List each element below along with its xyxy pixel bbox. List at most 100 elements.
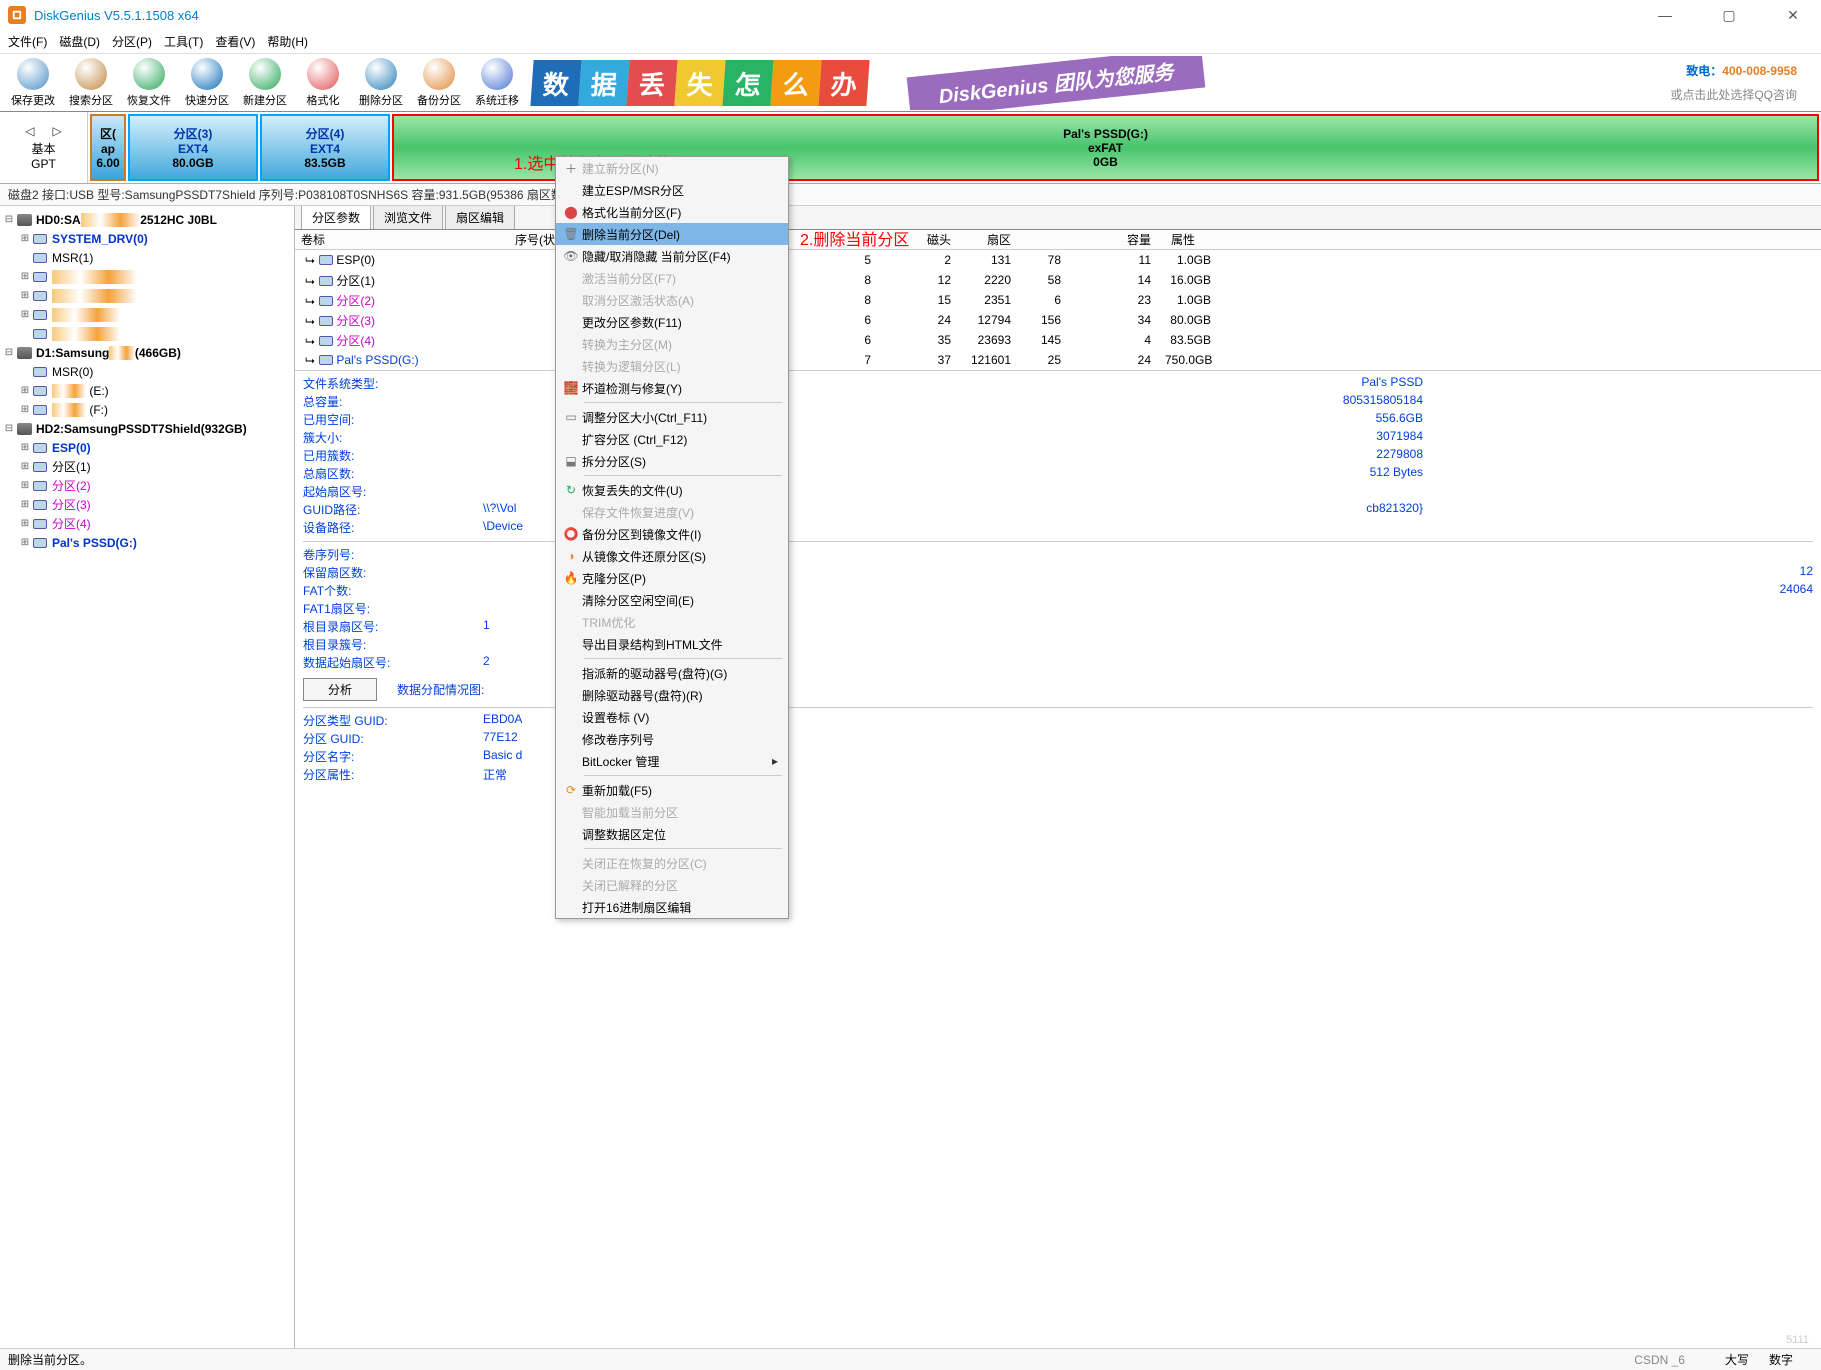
menu-partition[interactable]: 分区(P) <box>112 33 152 50</box>
tree-row[interactable]: ⊞████ (E:) <box>2 381 292 400</box>
toolbar-8[interactable]: 系统迁移 <box>468 56 526 110</box>
tree-row[interactable]: ⊟HD2:SamsungPSSDT7Shield(932GB) <box>2 419 292 438</box>
drive-icon <box>32 517 48 531</box>
toolbar-7[interactable]: 备份分区 <box>410 56 468 110</box>
status-caps: 大写 <box>1725 1351 1749 1368</box>
banner-block: 么 <box>770 60 821 106</box>
ctx-item[interactable]: ⬓拆分分区(S) <box>556 450 788 472</box>
menu-help[interactable]: 帮助(H) <box>267 33 308 50</box>
ctx-item[interactable]: 调整数据区定位 <box>556 823 788 845</box>
tree-twist-icon[interactable]: ⊞ <box>18 480 32 491</box>
ctx-item[interactable]: ⬤格式化当前分区(F) <box>556 201 788 223</box>
partition-block-4[interactable]: 分区(4)EXT483.5GB <box>260 114 390 181</box>
tree-row[interactable]: ⊞ESP(0) <box>2 438 292 457</box>
ctx-item[interactable]: 修改卷序列号 <box>556 728 788 750</box>
maximize-button[interactable]: ▢ <box>1709 7 1749 24</box>
tree-twist-icon[interactable]: ⊟ <box>2 214 16 225</box>
ctx-item[interactable]: ⭕备份分区到镜像文件(I) <box>556 523 788 545</box>
analyze-label: 数据分配情况图: <box>397 681 484 698</box>
tree-twist-icon[interactable]: ⊞ <box>18 537 32 548</box>
tree-twist-icon[interactable]: ⊞ <box>18 499 32 510</box>
toolbar-2[interactable]: 恢复文件 <box>120 56 178 110</box>
partition-block-0[interactable]: 区(ap6.00 <box>90 114 126 181</box>
ctx-item[interactable]: ⟳重新加载(F5) <box>556 779 788 801</box>
banner-block: 失 <box>674 60 725 106</box>
ctx-item[interactable]: ◑从镜像文件还原分区(S) <box>556 545 788 567</box>
toolbar-1[interactable]: 搜索分区 <box>62 56 120 110</box>
volume-row[interactable]: ⮡ 分区(4)463523693145483.5GB <box>295 330 1821 350</box>
close-button[interactable]: ✕ <box>1773 7 1813 24</box>
ctx-item[interactable]: 导出目录结构到HTML文件 <box>556 633 788 655</box>
tree-row[interactable]: ⊟HD0:SA███████2512HC J0BL <box>2 210 292 229</box>
ctx-item[interactable]: 扩容分区 (Ctrl_F12) <box>556 428 788 450</box>
volume-row[interactable]: ⮡ ESP(0)05213178111.0GB <box>295 250 1821 270</box>
ctx-item[interactable]: 🔥克隆分区(P) <box>556 567 788 589</box>
menu-disk[interactable]: 磁盘(D) <box>59 33 100 50</box>
menu-tools[interactable]: 工具(T) <box>164 33 203 50</box>
ctx-item[interactable]: 更改分区参数(F11) <box>556 311 788 333</box>
next-disk-icon[interactable]: ▷ <box>53 124 62 138</box>
toolbar-3[interactable]: 快速分区 <box>178 56 236 110</box>
tree-row[interactable]: ⊞分区(3) <box>2 495 292 514</box>
ctx-item[interactable]: 设置卷标 (V) <box>556 706 788 728</box>
ctx-item[interactable]: 🧱坏道检测与修复(Y) <box>556 377 788 399</box>
tree-row[interactable]: MSR(0) <box>2 362 292 381</box>
partition-block-3[interactable]: 分区(3)EXT480.0GB <box>128 114 258 181</box>
tree-twist-icon[interactable]: ⊞ <box>18 309 32 320</box>
tree-twist-icon[interactable]: ⊞ <box>18 290 32 301</box>
promo-banner[interactable]: 数据丢失怎么办 DiskGenius 团队为您服务 致电：400-008-995… <box>526 56 1817 110</box>
ctx-item[interactable]: 删除驱动器号(盘符)(R) <box>556 684 788 706</box>
banner-block: 怎 <box>722 60 773 106</box>
volume-row[interactable]: ⮡ 分区(1)18122220581416.0GB <box>295 270 1821 290</box>
ctx-item[interactable]: ▭调整分区大小(Ctrl_F11) <box>556 406 788 428</box>
volume-row[interactable]: ⮡ Pal's PSSD(G:)57371216012524750.0GB <box>295 350 1821 370</box>
banner-qq[interactable]: 或点击此处选择QQ咨询 <box>1670 86 1797 103</box>
tree-twist-icon[interactable]: ⊞ <box>18 442 32 453</box>
menu-file[interactable]: 文件(F) <box>8 33 47 50</box>
tree-row[interactable]: ⊟D1:Samsung███(466GB) <box>2 343 292 362</box>
banner-phone: 致电：400-008-9958 <box>1686 62 1797 79</box>
ctx-item[interactable]: 👁隐藏/取消隐藏 当前分区(F4) <box>556 245 788 267</box>
tree-twist-icon[interactable]: ⊞ <box>18 233 32 244</box>
toolbar-5[interactable]: 格式化 <box>294 56 352 110</box>
tree-row[interactable]: MSR(1) <box>2 248 292 267</box>
ctx-item[interactable]: 清除分区空闲空间(E) <box>556 589 788 611</box>
tree-twist-icon[interactable]: ⊟ <box>2 423 16 434</box>
tab-params[interactable]: 分区参数 <box>301 206 371 229</box>
tab-sector[interactable]: 扇区编辑 <box>445 206 515 229</box>
volume-row[interactable]: ⮡ 分区(2)281523516231.0GB <box>295 290 1821 310</box>
tree-row[interactable]: ⊞分区(4) <box>2 514 292 533</box>
minimize-button[interactable]: — <box>1645 7 1685 24</box>
menu-view[interactable]: 查看(V) <box>215 33 255 50</box>
volume-row[interactable]: ⮡ 分区(3)3624127941563480.0GB <box>295 310 1821 330</box>
tree-twist-icon[interactable]: ⊞ <box>18 385 32 396</box>
prev-disk-icon[interactable]: ◁ <box>25 124 34 138</box>
tab-browse[interactable]: 浏览文件 <box>373 206 443 229</box>
drive-icon <box>32 289 48 303</box>
ctx-item[interactable]: 指派新的驱动器号(盘符)(G) <box>556 662 788 684</box>
tree-twist-icon[interactable]: ⊞ <box>18 271 32 282</box>
tree-row[interactable]: ⊞██████████ <box>2 286 292 305</box>
tree-row[interactable]: ⊞SYSTEM_DRV(0) <box>2 229 292 248</box>
ctx-item[interactable]: 建立ESP/MSR分区 <box>556 179 788 201</box>
ctx-item[interactable]: ↻恢复丢失的文件(U) <box>556 479 788 501</box>
ctx-item[interactable]: 打开16进制扇区编辑 <box>556 896 788 918</box>
tree-twist-icon[interactable]: ⊞ <box>18 404 32 415</box>
toolbar-4[interactable]: 新建分区 <box>236 56 294 110</box>
toolbar-0[interactable]: 保存更改 <box>4 56 62 110</box>
analyze-button[interactable]: 分析 <box>303 678 377 701</box>
tree-row[interactable]: ⊞████████ <box>2 305 292 324</box>
ctx-item[interactable]: 🗑删除当前分区(Del) <box>556 223 788 245</box>
tree-twist-icon[interactable]: ⊟ <box>2 347 16 358</box>
tree-row[interactable]: ⊞Pal's PSSD(G:) <box>2 533 292 552</box>
tree-row[interactable]: ⊞████ (F:) <box>2 400 292 419</box>
tree-twist-icon[interactable]: ⊞ <box>18 518 32 529</box>
tree-row[interactable]: ⊞分区(1) <box>2 457 292 476</box>
tree-row[interactable]: ⊞██████████ <box>2 267 292 286</box>
tree-row[interactable]: ⊞分区(2) <box>2 476 292 495</box>
tree-row[interactable]: ████████ <box>2 324 292 343</box>
ctx-item[interactable]: BitLocker 管理▸ <box>556 750 788 772</box>
tree-twist-icon[interactable]: ⊞ <box>18 461 32 472</box>
toolbar-6[interactable]: 删除分区 <box>352 56 410 110</box>
ctx-icon: ⭕ <box>560 527 582 541</box>
